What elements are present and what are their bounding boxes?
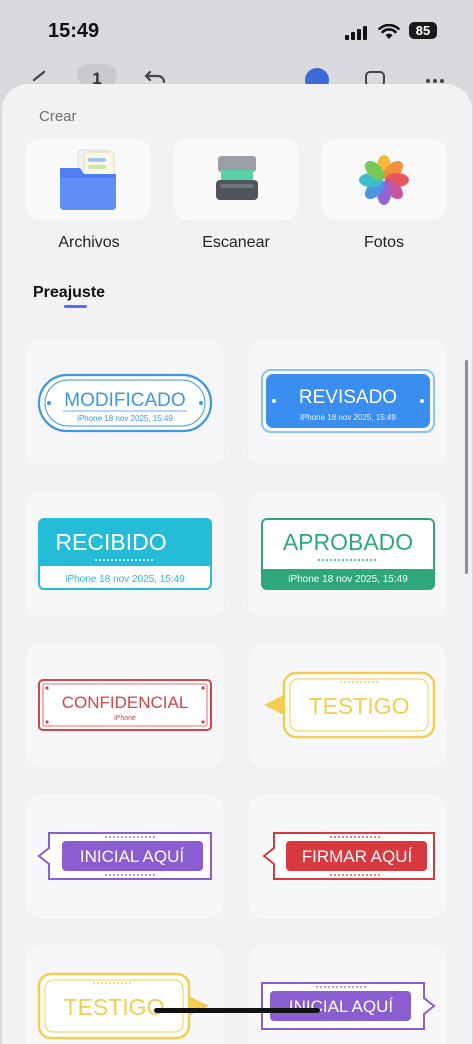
- create-scan-label: Escanear: [202, 234, 270, 251]
- stamp-card-confidencial[interactable]: CONFIDENCIAL iPhone: [25, 643, 224, 768]
- stamp-testigo-text: TESTIGO: [309, 693, 410, 719]
- stamp-confidencial-sub: iPhone: [114, 715, 136, 722]
- stamp-firmar: FIRMAR AQUÍ: [262, 832, 435, 880]
- cellular-signal-icon: [345, 26, 367, 40]
- create-photos-label: Fotos: [363, 234, 404, 251]
- stamp-modificado-text: MODIFICADO: [64, 390, 185, 411]
- more-icon[interactable]: [424, 76, 446, 84]
- stamp-recibido-text: RECIBIDO: [55, 529, 166, 555]
- stamp-card-firmar[interactable]: FIRMAR AQUÍ: [248, 794, 447, 919]
- stamp-revisado-date: iPhone 18 nov 2025, 15:49: [300, 413, 396, 422]
- tab-presets[interactable]: Preajuste: [33, 284, 105, 302]
- scanner-icon: [216, 156, 258, 200]
- stamp-inicial-2-text: INICIAL AQUÍ: [289, 997, 394, 1016]
- stamp-aprobado-date: iPhone 18 nov 2025, 15:49: [288, 574, 408, 585]
- page-indicator[interactable]: 1: [77, 64, 117, 88]
- stamp-recibido-date: iPhone 18 nov 2025, 15:49: [65, 574, 185, 585]
- stamp-inicial: INICIAL AQUÍ: [37, 832, 212, 880]
- wifi-icon: [378, 24, 400, 39]
- stamp-confidencial: CONFIDENCIAL iPhone: [38, 679, 212, 731]
- stamp-aprobado-text: APROBADO: [283, 529, 413, 555]
- back-arrow-icon[interactable]: [30, 70, 48, 84]
- status-time: 15:49: [48, 20, 100, 42]
- stamp-inicial-text: INICIAL AQUÍ: [80, 847, 185, 866]
- status-bar: 15:49 85: [0, 0, 473, 62]
- stamp-card-testigo[interactable]: TESTIGO: [248, 643, 447, 768]
- undo-icon[interactable]: [144, 70, 166, 84]
- stamp-recibido: RECIBIDO iPhone 18 nov 2025, 15:49: [38, 518, 212, 590]
- stamp-testigo-2-text: TESTIGO: [64, 994, 165, 1020]
- stamp-card-testigo-2[interactable]: TESTIGO: [25, 944, 224, 1044]
- stamp-firmar-text: FIRMAR AQUÍ: [302, 847, 413, 866]
- scrollbar[interactable]: [465, 360, 468, 574]
- stamp-sheet: Crear Archivos Escanear Fotos Preajuste: [2, 84, 472, 1044]
- stamp-testigo-2: TESTIGO: [37, 972, 209, 1040]
- stamp-card-recibido[interactable]: RECIBIDO iPhone 18 nov 2025, 15:49: [25, 492, 224, 617]
- stamp-aprobado: APROBADO iPhone 18 nov 2025, 15:49: [261, 518, 435, 590]
- stamp-revisado-text: REVISADO: [299, 387, 397, 408]
- stamp-inicial-2: INICIAL AQUÍ: [261, 982, 436, 1030]
- stamp-modificado: MODIFICADO iPhone 18 nov 2025, 15:49: [37, 373, 213, 433]
- stamp-testigo: TESTIGO: [264, 671, 436, 739]
- stamp-card-modificado[interactable]: MODIFICADO iPhone 18 nov 2025, 15:49: [25, 340, 224, 465]
- pen-tool-icon[interactable]: [302, 66, 332, 86]
- stamp-card-inicial-2[interactable]: INICIAL AQUÍ: [248, 944, 447, 1044]
- create-section-title: Crear: [39, 108, 77, 125]
- tab-presets-indicator: [64, 305, 87, 308]
- stamp-confidencial-text: CONFIDENCIAL: [62, 693, 189, 712]
- photos-icon: [359, 155, 409, 205]
- battery-indicator: 85: [409, 22, 437, 39]
- home-indicator[interactable]: [154, 1008, 320, 1013]
- stamp-card-inicial[interactable]: INICIAL AQUÍ: [25, 794, 224, 919]
- stamp-card-revisado[interactable]: REVISADO iPhone 18 nov 2025, 15:49: [248, 340, 447, 465]
- stamp-revisado: REVISADO iPhone 18 nov 2025, 15:49: [261, 369, 435, 433]
- stamp-modificado-date: iPhone 18 nov 2025, 15:49: [77, 414, 173, 423]
- folder-icon: [60, 149, 116, 210]
- stamp-card-aprobado[interactable]: APROBADO iPhone 18 nov 2025, 15:49: [248, 492, 447, 617]
- create-files-label: Archivos: [58, 234, 120, 251]
